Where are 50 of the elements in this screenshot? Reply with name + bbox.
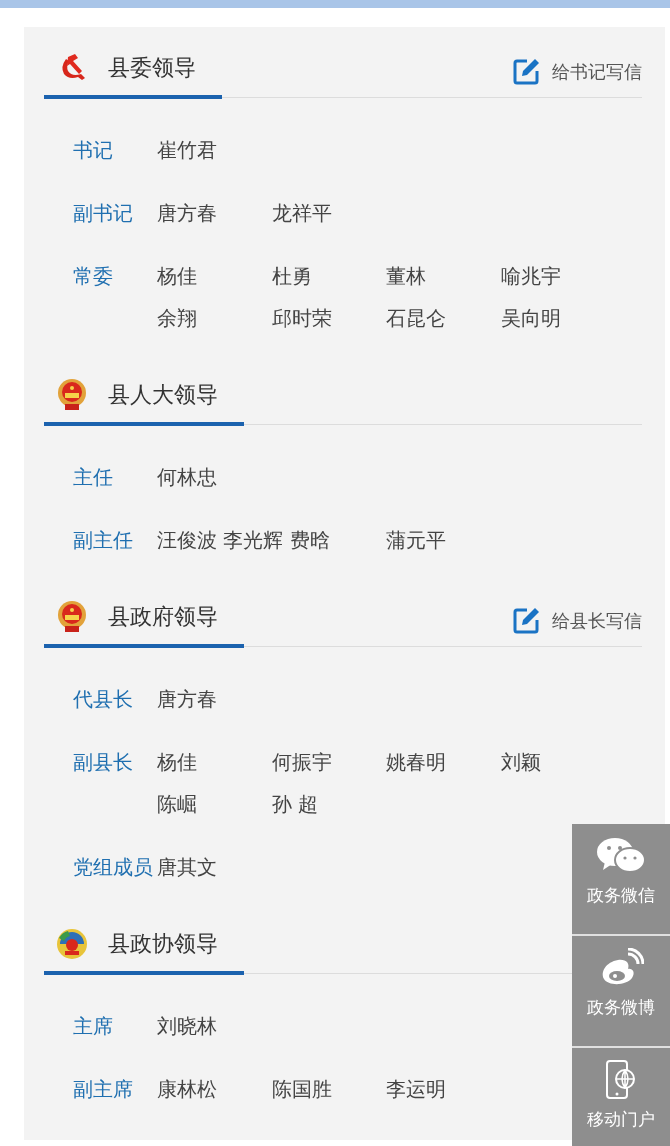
section-title: 县政协领导 <box>108 930 218 958</box>
emblem-icon <box>56 928 88 960</box>
write-letter-link[interactable]: 给书记写信 <box>513 58 642 85</box>
leader-name: 邱时荣 <box>271 305 332 332</box>
leader-name: 刘颖 <box>500 749 541 776</box>
emblem-icon <box>56 600 88 634</box>
leader-name: 唐方春 <box>157 200 217 227</box>
leader-name: 吴向明 <box>500 305 561 332</box>
leader-name: 陈崛 <box>157 791 197 818</box>
leader-name: 姚春明 <box>386 749 446 776</box>
leader-name: 陈国胜 <box>271 1076 332 1103</box>
emblem-icon <box>56 378 88 412</box>
leader-name: 喻兆宇 <box>500 263 561 290</box>
leader-name: 蒲元平 <box>386 527 446 554</box>
leader-name: 崔竹君 <box>157 137 217 164</box>
role-label: 副书记 <box>72 200 134 227</box>
write-letter-link[interactable]: 给县长写信 <box>513 607 642 634</box>
side-bar-button[interactable]: 政务微博 <box>572 936 670 1048</box>
leader-name: 何林忠 <box>157 464 217 491</box>
side-bar-button[interactable]: 政务微信 <box>572 824 670 936</box>
leader-name: 唐方春 <box>157 686 217 713</box>
leader-name: 李运明 <box>386 1076 446 1103</box>
section-title: 县政府领导 <box>108 603 218 631</box>
role-label: 副主席 <box>72 1076 134 1103</box>
role-label: 主任 <box>72 464 114 491</box>
role-label: 常委 <box>72 263 114 290</box>
leader-name: 石昆仑 <box>386 305 446 332</box>
role-label: 主席 <box>72 1013 114 1040</box>
leader-name: 唐其文 <box>157 854 217 881</box>
role-label: 代县长 <box>72 686 134 713</box>
leader-name: 汪俊波 李光辉 费晗 <box>157 527 330 554</box>
role-label: 副县长 <box>72 749 134 776</box>
leader-name: 杨佳 <box>157 263 197 290</box>
leader-name: 孙 超 <box>271 791 318 818</box>
role-label: 副主任 <box>72 527 134 554</box>
side-bar-button[interactable]: 移动门户 <box>572 1048 670 1146</box>
leader-name: 何振宇 <box>271 749 332 776</box>
role-label: 党组成员 <box>72 854 154 881</box>
edit-icon <box>513 607 540 634</box>
role-label: 书记 <box>72 137 114 164</box>
leader-name: 杨佳 <box>157 749 197 776</box>
section-title: 县委领导 <box>108 54 196 82</box>
leader-name: 龙祥平 <box>271 200 332 227</box>
leader-name: 刘晓林 <box>157 1013 217 1040</box>
leader-name: 康林松 <box>157 1076 217 1103</box>
leader-name: 杜勇 <box>271 263 312 290</box>
edit-icon <box>513 58 540 85</box>
leader-name: 余翔 <box>157 305 197 332</box>
leader-name: 董林 <box>386 263 426 290</box>
section-title: 县人大领导 <box>108 381 218 409</box>
